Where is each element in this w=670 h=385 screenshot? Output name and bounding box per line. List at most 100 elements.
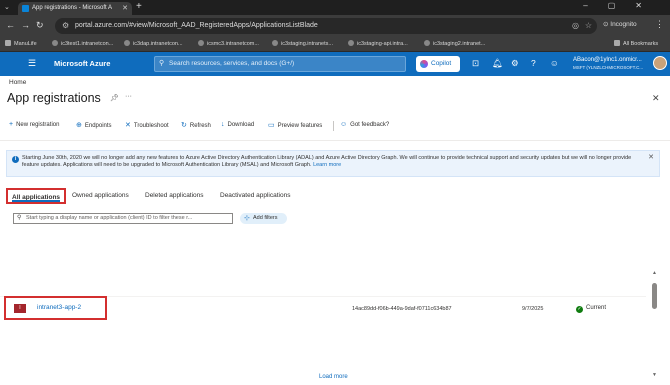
close-icon[interactable]: ✕ bbox=[652, 93, 660, 104]
learn-more-link[interactable]: Learn more bbox=[313, 162, 341, 168]
app-name-link[interactable]: intranet3-app-2 bbox=[37, 304, 81, 311]
bookmark-item[interactable]: ic3staging-api.intra... bbox=[348, 40, 408, 47]
address-bar[interactable]: ⚙ portal.azure.com/#view/Microsoft_AAD_R… bbox=[55, 18, 597, 34]
feedback-icon: ☺ bbox=[340, 121, 348, 128]
troubleshoot-label: Troubleshoot bbox=[133, 123, 169, 129]
globe-icon bbox=[424, 40, 430, 46]
new-tab-icon[interactable]: + bbox=[136, 1, 142, 12]
status-badge: ✓ Current bbox=[576, 305, 606, 313]
troubleshoot-button[interactable]: ✕ Troubleshoot bbox=[125, 121, 169, 129]
azure-header: ☰ Microsoft Azure ⚲ Search resources, se… bbox=[0, 52, 670, 76]
bookmark-label: ic3staging-api.intra... bbox=[357, 41, 408, 47]
user-email: ABacon@1ylnc1.onmicr... bbox=[573, 57, 642, 63]
bookmark-label: icsmc3.intranetcom... bbox=[207, 41, 259, 47]
wrench-icon: ✕ bbox=[125, 122, 131, 129]
bookmark-item[interactable]: ManuLife bbox=[5, 40, 37, 47]
plus-icon: + bbox=[9, 121, 14, 128]
bookmark-item[interactable]: ic3dap.intranetcon... bbox=[124, 40, 183, 47]
incognito-badge[interactable]: ⊙ Incognito bbox=[603, 20, 637, 28]
divider bbox=[0, 140, 670, 141]
add-filters-button[interactable]: ⊹ Add filters bbox=[240, 213, 287, 224]
new-registration-button[interactable]: + New registration bbox=[9, 121, 59, 128]
tab-deleted-applications[interactable]: Deleted applications bbox=[145, 188, 204, 204]
back-icon[interactable]: ← bbox=[6, 20, 15, 30]
refresh-button[interactable]: ↻ Refresh bbox=[181, 121, 211, 129]
folder-icon bbox=[5, 40, 11, 46]
settings-icon[interactable]: ⚙ bbox=[511, 58, 519, 69]
browser-menu-icon[interactable]: ⋮ bbox=[655, 19, 664, 30]
all-bookmarks[interactable]: All Bookmarks bbox=[614, 40, 658, 47]
scrollbar-thumb[interactable] bbox=[652, 283, 657, 309]
globe-icon bbox=[272, 40, 278, 46]
checkmark-icon: ✓ bbox=[576, 306, 583, 313]
load-more-link[interactable]: Load more bbox=[319, 374, 348, 380]
bookmark-item[interactable]: icsmc3.intranetcom... bbox=[198, 40, 259, 47]
scroll-up-icon[interactable]: ▲ bbox=[652, 270, 657, 276]
account-info[interactable]: ABacon@1ylnc1.onmicr... MSFT (YLNZLCHMIC… bbox=[573, 57, 643, 71]
browser-tab-strip: ⌄ App registrations - Microsoft A ✕ + –▢… bbox=[0, 0, 670, 15]
feedback-button[interactable]: ☺ Got feedback? bbox=[340, 121, 389, 128]
filter-input[interactable]: ⚲ Start typing a display name or applica… bbox=[13, 213, 233, 224]
bookmark-label: ic3staging.intranets... bbox=[281, 41, 333, 47]
tab-deactivated-applications[interactable]: Deactivated applications bbox=[220, 188, 290, 204]
azure-favicon-icon bbox=[22, 5, 29, 12]
preview-features-button[interactable]: ▭ Preview features bbox=[268, 121, 322, 129]
bookmarks-bar: ManuLife ic3test1.intranetcon... ic3dap.… bbox=[0, 37, 670, 52]
search-icon: ⚲ bbox=[17, 215, 22, 221]
cloud-shell-icon[interactable]: ⊡ bbox=[472, 58, 479, 69]
new-registration-label: New registration bbox=[16, 122, 60, 128]
download-icon: ↓ bbox=[221, 121, 225, 128]
bookmark-item[interactable]: ic3test1.intranetcon... bbox=[52, 40, 113, 47]
info-icon: i bbox=[12, 156, 19, 163]
bookmark-item[interactable]: ic3staging.intranets... bbox=[272, 40, 333, 47]
bookmark-item[interactable]: ic3staging2.intranet... bbox=[424, 40, 485, 47]
tab-owned-applications[interactable]: Owned applications bbox=[72, 188, 129, 204]
notifications-icon[interactable]: 🔔︎ bbox=[492, 58, 503, 69]
browser-toolbar: ← → ↻ ⚙ portal.azure.com/#view/Microsoft… bbox=[0, 15, 670, 37]
star-icon[interactable]: ☆ bbox=[585, 18, 592, 34]
site-info-icon[interactable]: ⚙ bbox=[62, 18, 69, 34]
forward-icon[interactable]: → bbox=[21, 20, 30, 30]
reload-icon[interactable]: ↻ bbox=[36, 20, 44, 31]
all-bookmarks-label: All Bookmarks bbox=[623, 41, 659, 47]
copilot-button[interactable]: Copilot bbox=[416, 56, 460, 72]
app-icon: I bbox=[14, 304, 26, 313]
folder-icon bbox=[614, 40, 620, 46]
filter-placeholder: Start typing a display name or applicati… bbox=[26, 215, 193, 221]
avatar[interactable] bbox=[653, 56, 667, 70]
refresh-icon: ↻ bbox=[181, 122, 187, 129]
feedback-icon[interactable]: ☺ bbox=[550, 58, 559, 68]
close-icon[interactable]: ✕ bbox=[648, 154, 654, 161]
breadcrumb[interactable]: Home bbox=[9, 79, 26, 86]
copilot-icon bbox=[420, 60, 428, 68]
app-client-id: 14ac89dd-f06b-449a-9daf-f0711c634b87 bbox=[352, 306, 452, 312]
search-icon: ⚲ bbox=[159, 60, 165, 67]
download-label: Download bbox=[227, 122, 255, 128]
azure-brand[interactable]: Microsoft Azure bbox=[54, 59, 110, 68]
pin-icon[interactable]: 📌︎ bbox=[110, 94, 119, 102]
preview-features-label: Preview features bbox=[277, 123, 323, 129]
globe-icon: ⊕ bbox=[76, 122, 82, 129]
tab-all-applications[interactable]: All applications bbox=[6, 188, 67, 204]
global-search-input[interactable]: ⚲ Search resources, services, and docs (… bbox=[154, 56, 406, 72]
status-label: Current bbox=[586, 305, 607, 311]
bookmark-label: ic3dap.intranetcon... bbox=[133, 41, 183, 47]
search-placeholder: Search resources, services, and docs (G+… bbox=[169, 60, 295, 67]
browser-tab[interactable]: App registrations - Microsoft A ✕ bbox=[18, 2, 132, 15]
bookmark-label: ic3staging2.intranet... bbox=[433, 41, 486, 47]
tab-search-icon[interactable]: ⌄ bbox=[4, 3, 10, 11]
more-icon[interactable]: ··· bbox=[125, 93, 132, 100]
window-controls[interactable]: –▢✕ bbox=[583, 1, 662, 10]
close-tab-icon[interactable]: ✕ bbox=[122, 2, 128, 15]
incognito-label: Incognito bbox=[610, 21, 637, 28]
globe-icon bbox=[198, 40, 204, 46]
scroll-down-icon[interactable]: ▼ bbox=[652, 372, 657, 378]
page-title: App registrations bbox=[7, 91, 101, 105]
endpoints-button[interactable]: ⊕ Endpoints bbox=[76, 121, 112, 129]
eye-off-icon[interactable]: ◎ bbox=[572, 18, 579, 34]
help-icon[interactable]: ? bbox=[531, 58, 536, 68]
refresh-label: Refresh bbox=[189, 123, 211, 129]
download-button[interactable]: ↓ Download bbox=[221, 121, 254, 128]
portal-menu-icon[interactable]: ☰ bbox=[28, 58, 36, 69]
app-created-date: 9/7/2025 bbox=[522, 306, 544, 312]
